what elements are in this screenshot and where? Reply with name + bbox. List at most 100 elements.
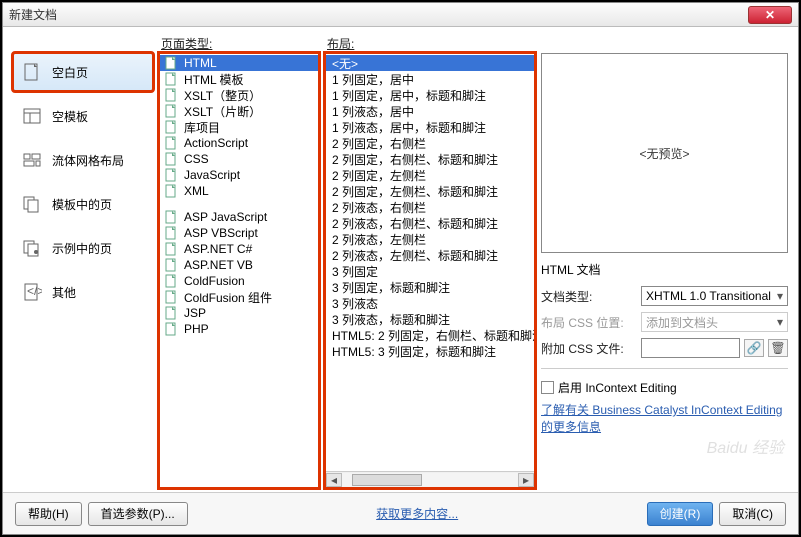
file-icon	[164, 168, 178, 182]
page-type-item[interactable]: HTML	[160, 55, 318, 71]
page-type-item[interactable]: ColdFusion	[160, 273, 318, 289]
nav-blank-page[interactable]: 空白页	[13, 53, 153, 91]
nav-page-from-sample[interactable]: 示例中的页	[13, 229, 153, 267]
cancel-button[interactable]: 取消(C)	[719, 502, 786, 526]
file-icon	[164, 226, 178, 240]
page-type-list[interactable]: HTMLHTML 模板XSLT（整页）XSLT（片断）库项目ActionScri…	[159, 53, 319, 488]
nav-page-from-template[interactable]: 模板中的页	[13, 185, 153, 223]
layout-item[interactable]: 2 列液态，左侧栏	[326, 231, 534, 247]
layout-item[interactable]: 2 列液态，左侧栏、标题和脚注	[326, 247, 534, 263]
nav-blank-template[interactable]: 空模板	[13, 97, 153, 135]
link-css-button[interactable]: 🔗	[744, 339, 764, 357]
layout-item[interactable]: 1 列液态，居中，标题和脚注	[326, 119, 534, 135]
remove-css-button[interactable]: 🗑	[768, 339, 788, 357]
layout-item[interactable]: 2 列固定，左侧栏、标题和脚注	[326, 183, 534, 199]
page-type-item-label: ASP VBScript	[184, 226, 258, 240]
enable-ice-checkbox[interactable]	[541, 381, 554, 394]
template-page-icon	[20, 194, 44, 214]
layout-item[interactable]: HTML5: 3 列固定，标题和脚注	[326, 343, 534, 359]
doctype-row: 文档类型: XHTML 1.0 Transitional ▾	[541, 286, 788, 306]
layout-item[interactable]: 1 列液态，居中	[326, 103, 534, 119]
layout-item[interactable]: 2 列液态，右侧栏、标题和脚注	[326, 215, 534, 231]
layout-item[interactable]: 3 列固定，标题和脚注	[326, 279, 534, 295]
layout-item[interactable]: 3 列液态	[326, 295, 534, 311]
doctype-value: XHTML 1.0 Transitional	[646, 289, 771, 303]
doctype-select[interactable]: XHTML 1.0 Transitional ▾	[641, 286, 788, 306]
create-button[interactable]: 创建(R)	[647, 502, 714, 526]
page-type-item[interactable]: ActionScript	[160, 135, 318, 151]
page-type-item[interactable]: CSS	[160, 151, 318, 167]
page-type-item[interactable]: XSLT（片断）	[160, 103, 318, 119]
page-type-item[interactable]: PHP	[160, 321, 318, 337]
page-type-item[interactable]: ASP VBScript	[160, 225, 318, 241]
nav-other[interactable]: </> 其他	[13, 273, 153, 311]
chevron-down-icon: ▾	[777, 289, 783, 303]
attach-css-row: 附加 CSS 文件: 🔗 🗑	[541, 338, 788, 358]
css-position-row: 布局 CSS 位置: 添加到文档头 ▾	[541, 312, 788, 332]
page-type-item[interactable]: ASP.NET C#	[160, 241, 318, 257]
preferences-button[interactable]: 首选参数(P)...	[88, 502, 188, 526]
layout-item[interactable]: 1 列固定，居中，标题和脚注	[326, 87, 534, 103]
horizontal-scrollbar[interactable]: ◂ ▸	[326, 471, 534, 487]
page-type-item-label: ASP.NET C#	[184, 242, 252, 256]
file-icon	[164, 274, 178, 288]
layout-item-label: 2 列液态，右侧栏、标题和脚注	[332, 215, 498, 232]
help-button[interactable]: 帮助(H)	[15, 502, 82, 526]
page-type-item[interactable]: JavaScript	[160, 167, 318, 183]
nav-label: 其他	[52, 284, 76, 301]
file-icon	[164, 136, 178, 150]
scroll-right-icon[interactable]: ▸	[518, 473, 534, 487]
layout-item[interactable]: 1 列固定，居中	[326, 71, 534, 87]
scroll-track[interactable]	[342, 473, 518, 487]
nav-label: 示例中的页	[52, 240, 112, 257]
layout-item-label: 1 列固定，居中	[332, 71, 414, 88]
layout-item-label: 2 列液态，右侧栏	[332, 199, 426, 216]
page-type-item[interactable]: ColdFusion 组件	[160, 289, 318, 305]
page-icon	[20, 62, 44, 82]
close-button[interactable]: ✕	[748, 6, 792, 24]
template-icon	[20, 106, 44, 126]
page-type-item[interactable]: 库项目	[160, 119, 318, 135]
svg-text:</>: </>	[27, 284, 42, 298]
enable-ice-label: 启用 InContext Editing	[558, 379, 677, 396]
link-icon: 🔗	[747, 341, 762, 355]
page-type-item[interactable]: ASP.NET VB	[160, 257, 318, 273]
attach-css-field[interactable]	[641, 338, 740, 358]
page-type-item[interactable]: JSP	[160, 305, 318, 321]
close-icon: ✕	[765, 8, 775, 22]
enable-ice-row[interactable]: 启用 InContext Editing	[541, 379, 788, 396]
layout-item[interactable]: 2 列固定，左侧栏	[326, 167, 534, 183]
page-type-item[interactable]: XML	[160, 183, 318, 199]
get-more-content-link[interactable]: 获取更多内容...	[376, 505, 458, 522]
file-icon	[164, 290, 178, 304]
ice-learn-more-link[interactable]: 了解有关 Business Catalyst InContext Editing…	[541, 402, 788, 436]
layout-item-label: <无>	[332, 55, 358, 72]
layout-item[interactable]: 3 列固定	[326, 263, 534, 279]
file-icon	[164, 120, 178, 134]
page-type-label: 页面类型:	[159, 35, 319, 53]
page-type-item-label: XSLT（整页）	[184, 87, 261, 104]
chevron-down-icon: ▾	[777, 315, 783, 329]
dialog-body: 空白页 空模板 流体网格布局 模板中的页 示例中的页 </> 其他	[3, 27, 798, 492]
file-icon	[164, 184, 178, 198]
layout-item[interactable]: 2 列固定，右侧栏、标题和脚注	[326, 151, 534, 167]
page-type-item[interactable]: HTML 模板	[160, 71, 318, 87]
layout-item[interactable]: 2 列液态，右侧栏	[326, 199, 534, 215]
preview-description: HTML 文档	[541, 261, 788, 278]
layout-item[interactable]: <无>	[326, 55, 534, 71]
scroll-thumb[interactable]	[352, 474, 422, 486]
layout-list[interactable]: <无>1 列固定，居中1 列固定，居中，标题和脚注1 列液态，居中1 列液态，居…	[325, 53, 535, 488]
layout-item[interactable]: 2 列固定，右侧栏	[326, 135, 534, 151]
page-type-item[interactable]: ASP JavaScript	[160, 209, 318, 225]
file-icon	[164, 88, 178, 102]
page-type-item[interactable]: XSLT（整页）	[160, 87, 318, 103]
file-icon	[164, 210, 178, 224]
layout-item[interactable]: 3 列液态，标题和脚注	[326, 311, 534, 327]
layout-item-label: HTML5: 3 列固定，标题和脚注	[332, 343, 496, 360]
file-icon	[164, 104, 178, 118]
grid-icon	[20, 150, 44, 170]
nav-fluid-grid[interactable]: 流体网格布局	[13, 141, 153, 179]
scroll-left-icon[interactable]: ◂	[326, 473, 342, 487]
nav-label: 流体网格布局	[52, 152, 124, 169]
layout-item[interactable]: HTML5: 2 列固定，右侧栏、标题和脚注	[326, 327, 534, 343]
